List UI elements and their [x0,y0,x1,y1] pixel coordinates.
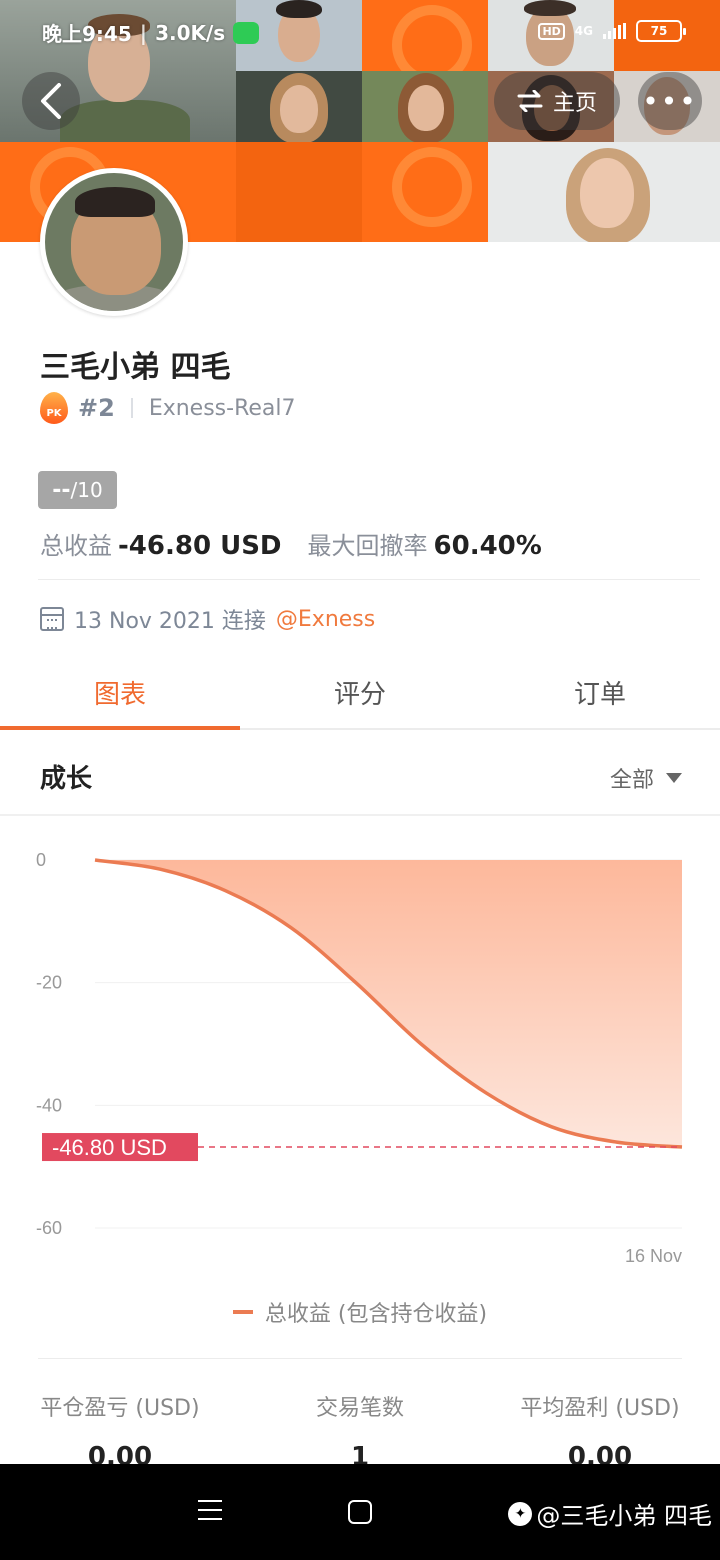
current-value-label: -46.80 USD [52,1135,167,1160]
chart-legend: 总收益 (包含持仓收益) [0,1296,720,1328]
range-filter-dropdown[interactable]: 全部 [610,762,682,794]
divider [38,579,700,580]
max-drawdown-value: 60.40% [433,531,542,561]
profile-name: 三毛小弟 四毛 [40,350,231,385]
score-badge: -- /10 [38,471,117,509]
legend-swatch [232,1310,253,1314]
watermark: ✦ @三毛小弟 四毛 [508,1496,712,1531]
wechat-icon [233,21,260,44]
network-label: 4G [574,24,593,38]
x-tick-label: 16 Nov [625,1246,682,1266]
divider [130,398,133,418]
y-tick-label: -20 [36,973,62,993]
y-tick-label: -40 [36,1095,62,1115]
tab-orders[interactable]: 订单 [480,656,720,728]
summary-label: 交易笔数 [315,1396,404,1421]
signal-icon [603,23,626,39]
banner-photo [362,71,488,142]
pk-flame-icon: PK [40,392,68,424]
y-tick-label: -60 [36,1218,62,1238]
home-button[interactable]: 主页 [494,72,620,130]
system-nav-bar: ✦ @三毛小弟 四毛 [0,1464,720,1560]
status-bar: 晚上9:45 | 3.0K/s [42,18,260,47]
account-name: Exness-Real7 [148,395,296,421]
total-profit-value: -46.80 USD [118,531,282,561]
banner-photo [488,142,720,242]
status-time: 晚上9:45 [42,22,132,46]
status-indicators: HD 4G 75 [538,20,686,42]
max-drawdown-label: 最大回撤率 [307,532,428,560]
watermark-logo-icon: ✦ [508,1501,533,1526]
score-total: /10 [70,478,103,502]
caret-down-icon [666,773,682,783]
summary-label: 平均盈利 (USD) [520,1396,680,1421]
score-value: -- [52,477,71,503]
range-filter-label: 全部 [609,768,654,793]
tab-bar: 图表 评分 订单 [0,656,720,730]
summary-label: 平仓盈亏 (USD) [40,1396,200,1421]
tab-chart[interactable]: 图表 [0,656,240,730]
total-profit-label: 总收益 [40,532,112,560]
tab-rating[interactable]: 评分 [240,656,480,728]
calendar-icon [40,607,64,631]
summary-trade-count: 交易笔数 1 [240,1390,480,1472]
y-tick-label: 0 [36,850,46,870]
more-icon: ••• [642,84,698,118]
stats-row: 总收益 -46.80 USD 最大回撤率 60.40% [40,526,542,561]
section-title: 成长 [40,764,93,794]
banner-photo [236,71,362,142]
summary-closed-pnl: 平仓盈亏 (USD) 0.00 [0,1390,240,1472]
switch-icon [517,90,543,112]
connected-date: 13 Nov 2021 连接 [74,609,266,634]
area-fill [95,860,682,1148]
home-square-icon[interactable] [348,1500,372,1524]
battery-icon: 75 [636,20,686,42]
broker-link[interactable]: @Exness [276,607,375,632]
connected-date-row: 13 Nov 2021 连接 @Exness [40,603,375,635]
watermark-text: @三毛小弟 四毛 [536,1502,712,1530]
menu-icon[interactable] [198,1500,222,1527]
divider [38,1358,682,1359]
rank-row: PK #2 Exness-Real7 [40,392,296,424]
legend-label: 总收益 (包含持仓收益) [264,1302,488,1327]
more-button[interactable]: ••• [638,72,702,130]
growth-chart: 0 -20 -40 -60 -46.80 USD 16 Nov [36,850,683,1266]
summary-avg-profit: 平均盈利 (USD) 0.00 [480,1390,720,1472]
status-speed: 3.0K/s [155,20,226,45]
rank-value: #2 [78,394,115,422]
back-button[interactable] [22,72,80,130]
hd-icon: HD [538,22,565,40]
avatar[interactable] [40,168,188,316]
growth-section-header: 成长 全部 [0,732,720,816]
summary-row: 平仓盈亏 (USD) 0.00 交易笔数 1 平均盈利 (USD) 0.00 [0,1390,720,1472]
home-button-label: 主页 [552,91,597,116]
chevron-left-icon [41,83,61,119]
